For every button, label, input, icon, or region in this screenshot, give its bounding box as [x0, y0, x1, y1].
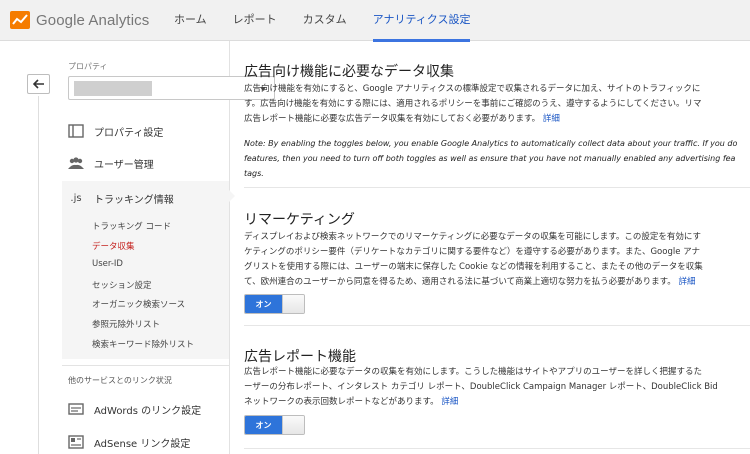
ad-reporting-line-2: ーザーの分布レポート、インタレスト カテゴリ レポート、DoubleClick … [244, 382, 718, 392]
ad-reporting-line-1: 広告レポート機能に必要なデータの収集を有効にします。こうした機能はサイトやアプリ… [244, 367, 702, 377]
property-label: プロパティ [68, 62, 108, 71]
note-line-2: features, then you need to turn off both… [244, 154, 736, 163]
remarketing-title: リマーケティング [244, 212, 355, 228]
section-divider [244, 187, 750, 188]
data-collection-panel: 広告向け機能に必要なデータ収集 広告向け機能を有効にすると、Google アナリ… [244, 41, 750, 454]
learn-more-link[interactable]: 詳細 [679, 277, 696, 287]
linking-section-title: 他のサービスとのリンク状況 [68, 376, 172, 385]
users-icon [68, 155, 84, 171]
tracking-sub-user-id[interactable]: User-ID [92, 259, 123, 269]
sidebar-item-label: トラッキング情報 [94, 194, 174, 206]
property-sidebar: プロパティ プロパティ設定 ユーザー管理 .js トラッキング情報 トラッキング… [54, 41, 275, 454]
ad-reporting-line-3: ネットワークの表示回数レポートなどがあります。 詳細 [244, 397, 459, 407]
tracking-sub-tracking-code[interactable]: トラッキング コード [92, 220, 171, 232]
adsense-icon [68, 434, 84, 450]
analytics-logo-icon [10, 11, 30, 29]
tracking-sub-search-term-exclusion[interactable]: 検索キーワード除外リスト [92, 338, 194, 350]
nav-custom[interactable]: カスタム [303, 0, 347, 41]
top-bar: Google Analytics ホーム レポート カスタム アナリティクス設定 [0, 0, 750, 42]
sidebar-item-property-settings[interactable]: プロパティ設定 [68, 119, 230, 143]
remarketing-toggle[interactable]: オン [244, 294, 305, 314]
toggle-on-label: オン [245, 295, 282, 313]
ad-reporting-toggle[interactable]: オン [244, 415, 305, 435]
nav-home[interactable]: ホーム [174, 0, 207, 41]
ad-reporting-title: 広告レポート機能 [244, 349, 356, 365]
tracking-sub-data-collection[interactable]: データ収集 [92, 240, 135, 252]
tracking-sub-session-settings[interactable]: セッション設定 [92, 279, 152, 291]
adwords-icon [68, 401, 84, 417]
remarketing-line-3: グリストを使用する際には、ユーザーの端末に保存した Cookie などの情報を利… [244, 262, 703, 272]
tracking-sub-organic-search-sources[interactable]: オーガニック検索ソース [92, 298, 185, 310]
sidebar-item-label: AdWords のリンク設定 [94, 405, 202, 417]
js-icon: .js [70, 192, 82, 204]
note-line-1: Note: By enabling the toggles below, you… [244, 139, 738, 148]
google-analytics-logo[interactable]: Google Analytics [10, 11, 149, 29]
sidebar-divider [62, 365, 230, 366]
arrow-left-icon [32, 79, 44, 89]
nav-admin[interactable]: アナリティクス設定 [372, 0, 470, 42]
section-divider [244, 325, 750, 326]
sidebar-item-label: AdSense リンク設定 [94, 438, 191, 450]
sidebar-item-label: ユーザー管理 [94, 159, 154, 171]
sidebar-item-adwords-linking[interactable]: AdWords のリンク設定 [68, 397, 230, 421]
ads-features-title: 広告向け機能に必要なデータ収集 [244, 64, 454, 80]
ads-features-line-2: す。広告向け機能を有効にする際には、適用されるポリシーを事前にご確認のうえ、遵守… [244, 99, 702, 109]
nav-reports[interactable]: レポート [233, 0, 277, 41]
ads-features-line-1: 広告向け機能を有効にすると、Google アナリティクスの標準設定で収集されるデ… [244, 84, 701, 94]
remarketing-line-1: ディスプレイおよび検索ネットワークでのリマーケティングに必要なデータの収集を可能… [244, 232, 701, 242]
back-button[interactable] [27, 74, 50, 94]
logo-text: Google Analytics [36, 11, 150, 29]
remarketing-line-4: て、欧州連合のユーザーから同意を得るため、適用される法に基づいて商業上適切な努力… [244, 277, 696, 287]
main-nav: ホーム レポート カスタム アナリティクス設定 [174, 0, 496, 42]
sidebar-item-tracking-info[interactable]: .js トラッキング情報 [68, 186, 230, 210]
property-name-redacted [74, 81, 152, 96]
learn-more-link[interactable]: 詳細 [543, 114, 560, 124]
sidebar-item-label: プロパティ設定 [94, 127, 164, 139]
note-line-3: tags. [244, 169, 264, 178]
remarketing-line-2: ケティングのポリシー要件（デリケートなカテゴリに関する要件など）を遵守する必要が… [244, 247, 700, 257]
learn-more-link[interactable]: 詳細 [441, 397, 458, 407]
toggle-on-label: オン [245, 416, 282, 434]
property-settings-icon [68, 123, 84, 139]
toggle-thumb [282, 295, 304, 313]
sidebar-item-adsense-linking[interactable]: AdSense リンク設定 [68, 430, 230, 454]
ads-features-line-3: 広告レポート機能に必要な広告データ収集を有効にしておく必要があります。 詳細 [244, 114, 560, 124]
section-divider [244, 448, 750, 449]
sidebar-item-user-management[interactable]: ユーザー管理 [68, 151, 230, 175]
column-guide-line [38, 96, 39, 454]
toggle-thumb [282, 416, 304, 434]
tracking-sub-referral-exclusion[interactable]: 参照元除外リスト [92, 318, 160, 330]
